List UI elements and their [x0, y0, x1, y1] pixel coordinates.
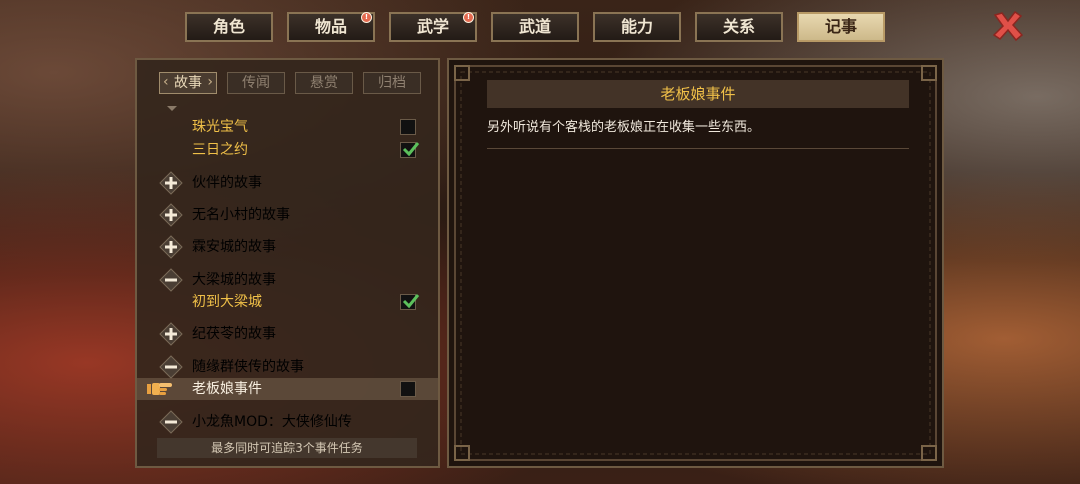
collapse-minus-icon[interactable]: [159, 268, 183, 292]
expand-plus-icon[interactable]: [159, 235, 183, 259]
tab-label: 关系: [722, 17, 755, 36]
tab-label: 武道: [518, 17, 551, 36]
story-group-label: 无名小村的故事: [192, 207, 290, 223]
divider: [487, 148, 909, 149]
close-button[interactable]: [990, 8, 1026, 44]
tab-label: 武学: [416, 17, 449, 36]
notification-badge-icon: !: [361, 12, 372, 23]
tab-5[interactable]: 关系: [695, 12, 783, 42]
story-group-label: 随缘群侠传的故事: [192, 359, 304, 375]
tab-3[interactable]: 武道: [491, 12, 579, 42]
story-group-row[interactable]: 大梁城的故事: [137, 268, 438, 292]
event-description: 另外听说有个客栈的老板娘正在收集一些东西。: [487, 120, 761, 135]
pointing-hand-icon: [147, 380, 173, 398]
event-title: 老板娘事件: [487, 80, 909, 108]
story-group-row[interactable]: 随缘群侠传的故事: [137, 355, 438, 379]
story-group-label: 纪茯苓的故事: [192, 326, 276, 342]
event-row[interactable]: 三日之约: [137, 139, 438, 161]
tab-6[interactable]: 记事: [797, 12, 885, 42]
sub-tab-3[interactable]: 归档: [363, 72, 421, 94]
checkmark-icon: [402, 294, 420, 309]
expand-plus-icon[interactable]: [159, 322, 183, 346]
sub-tab-bar: 故事传闻悬赏归档: [159, 72, 427, 96]
tab-label: 角色: [212, 17, 245, 36]
event-row[interactable]: 老板娘事件: [137, 378, 438, 400]
event-detail-panel: 老板娘事件 另外听说有个客栈的老板娘正在收集一些东西。: [447, 58, 944, 468]
event-label: 初到大梁城: [192, 294, 262, 310]
tracking-limit-note: 最多同时可追踪3个事件任务: [157, 438, 417, 458]
tab-label: 记事: [824, 17, 857, 36]
event-list-panel: 故事传闻悬赏归档 珠光宝气三日之约伙伴的故事无名小村的故事霖安城的故事大梁城的故…: [135, 58, 440, 468]
event-row[interactable]: 珠光宝气: [137, 116, 438, 138]
checkmark-icon: [402, 142, 420, 157]
story-group-row[interactable]: 小龙魚MOD：大侠修仙传: [137, 410, 438, 434]
collapse-minus-icon[interactable]: [159, 355, 183, 379]
event-label: 珠光宝气: [192, 119, 248, 135]
scroll-up-caret-icon[interactable]: [167, 106, 177, 111]
sub-tab-0[interactable]: 故事: [159, 72, 217, 94]
tab-4[interactable]: 能力: [593, 12, 681, 42]
story-group-label: 小龙魚MOD：大侠修仙传: [192, 414, 352, 430]
tab-1[interactable]: 物品!: [287, 12, 375, 42]
sub-tab-1[interactable]: 传闻: [227, 72, 285, 94]
track-checkbox[interactable]: [400, 119, 416, 135]
track-checkbox[interactable]: [400, 294, 420, 310]
expand-plus-icon[interactable]: [159, 171, 183, 195]
event-label: 三日之约: [192, 142, 248, 158]
event-row[interactable]: 初到大梁城: [137, 291, 438, 313]
story-group-label: 伙伴的故事: [192, 175, 262, 191]
tab-0[interactable]: 角色: [185, 12, 273, 42]
tab-label: 能力: [620, 17, 653, 36]
close-icon: [992, 10, 1024, 42]
collapse-minus-icon[interactable]: [159, 410, 183, 434]
event-label: 老板娘事件: [192, 381, 262, 397]
tab-label: 物品: [314, 17, 347, 36]
tab-2[interactable]: 武学!: [389, 12, 477, 42]
story-group-label: 霖安城的故事: [192, 239, 276, 255]
track-checkbox[interactable]: [400, 381, 416, 397]
story-group-row[interactable]: 霖安城的故事: [137, 235, 438, 259]
notification-badge-icon: !: [463, 12, 474, 23]
track-checkbox[interactable]: [400, 142, 420, 158]
expand-plus-icon[interactable]: [159, 203, 183, 227]
story-group-row[interactable]: 纪茯苓的故事: [137, 322, 438, 346]
story-group-label: 大梁城的故事: [192, 272, 276, 288]
story-group-row[interactable]: 伙伴的故事: [137, 171, 438, 195]
sub-tab-2[interactable]: 悬赏: [295, 72, 353, 94]
story-group-row[interactable]: 无名小村的故事: [137, 203, 438, 227]
